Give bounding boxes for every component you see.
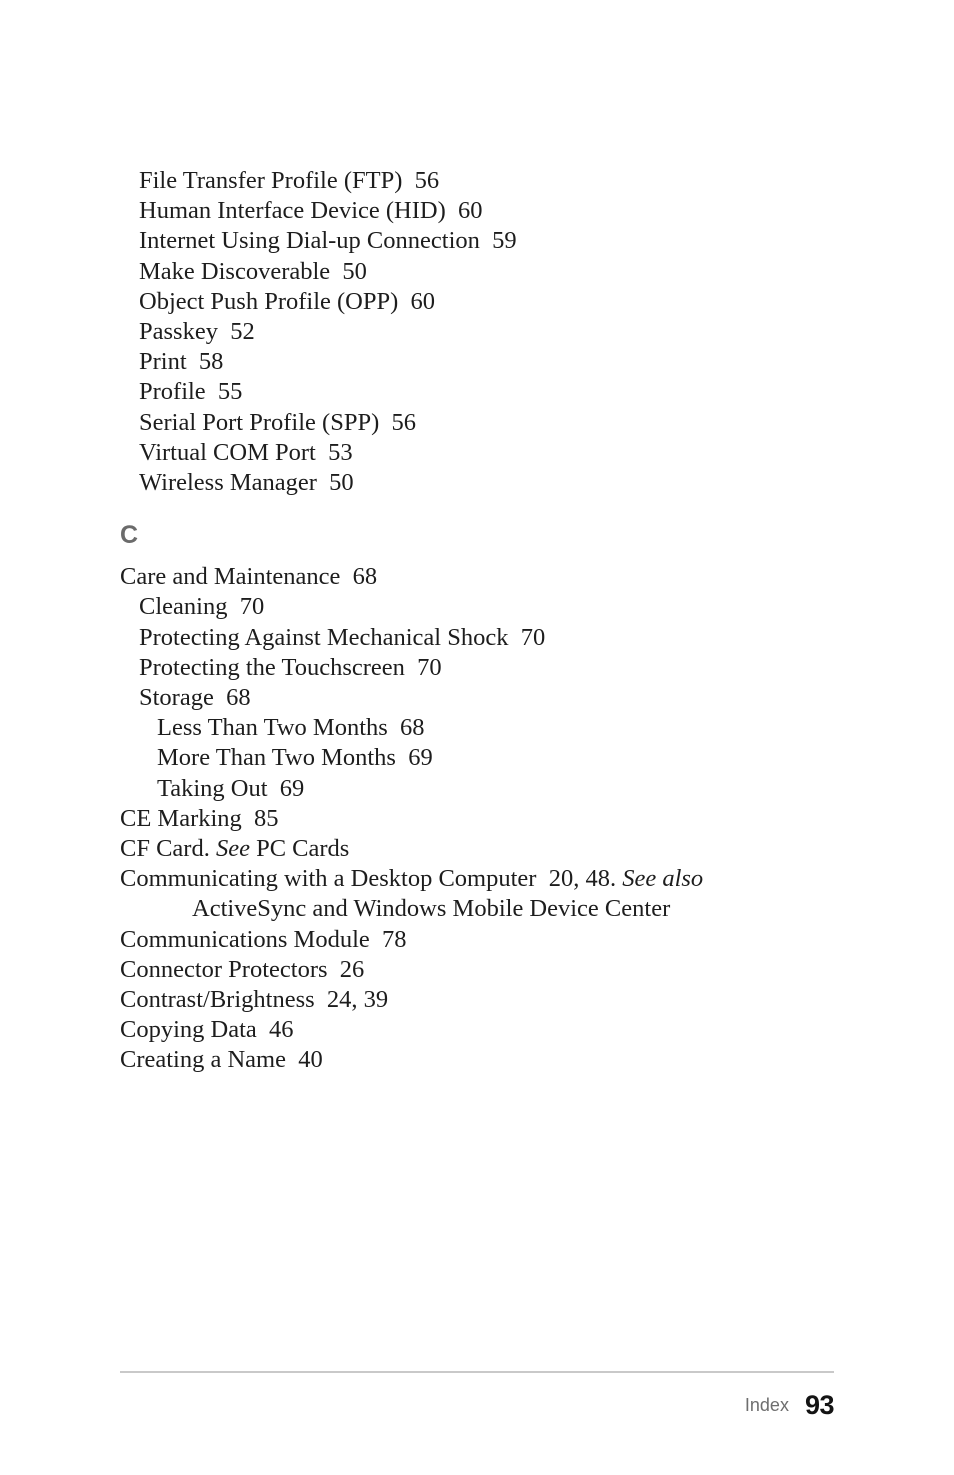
letter-heading-label: C — [120, 521, 139, 550]
index-entry: Internet Using Dial-up Connection 59 — [139, 227, 517, 255]
entry-text: CF Card. — [120, 835, 216, 863]
index-entry: Contrast/Brightness 24, 39 — [120, 986, 389, 1014]
index-entry: Copying Data 46 — [120, 1016, 294, 1044]
entry-text: Communicating with a Desktop Computer 20… — [120, 865, 623, 893]
index-entry: File Transfer Profile (FTP) 56 — [139, 167, 440, 194]
index-entry: Protecting the Touchscreen 70 — [139, 653, 442, 681]
index-entry: Cleaning 70 — [139, 593, 265, 621]
index-entry: More Than Two Months 69 — [157, 744, 433, 772]
index-entry-cross-reference: CF Card. See PC Cards — [120, 834, 834, 864]
entry-text-tail: PC Cards — [249, 835, 350, 863]
see-also-italic-label: See also — [622, 865, 704, 893]
index-entry: Taking Out 69 — [157, 774, 305, 802]
index-entry: Less Than Two Months 68 — [157, 714, 425, 742]
index-entry: Storage 68 — [139, 684, 251, 712]
footer-section-label: Index — [744, 1394, 789, 1415]
index-entry: Care and Maintenance 68 — [120, 563, 378, 591]
footer-divider-rule — [120, 1371, 834, 1373]
index-entry: Human Interface Device (HID) 60 — [139, 197, 483, 225]
index-entry: Profile 55 — [139, 378, 243, 406]
index-entry: Passkey 52 — [139, 318, 255, 346]
index-entry: Serial Port Profile (SPP) 56 — [139, 408, 416, 436]
index-entry-cross-reference: Communicating with a Desktop Computer 20… — [120, 864, 834, 924]
page-footer: Index 93 — [120, 1385, 835, 1425]
index-entry-list: File Transfer Profile (FTP) 56 Human Int… — [120, 166, 834, 1076]
index-entry: CE Marking 85 — [120, 804, 279, 832]
index-entry: Virtual COM Port 53 — [139, 438, 353, 466]
entry-continuation-line: ActiveSync and Windows Mobile Device Cen… — [192, 895, 671, 923]
footer-page-number: 93 — [804, 1389, 835, 1420]
index-entry: Protecting Against Mechanical Shock 70 — [139, 623, 546, 651]
index-entry: Connector Protectors 26 — [120, 955, 365, 983]
index-entry: Creating a Name 40 — [120, 1046, 323, 1074]
see-italic-label: See — [215, 835, 250, 863]
index-entry: Print 58 — [139, 348, 224, 376]
index-entry: Object Push Profile (OPP) 60 — [139, 287, 436, 315]
index-entry: Communications Module 78 — [120, 925, 407, 953]
index-page: File Transfer Profile (FTP) 56 Human Int… — [0, 0, 954, 1475]
index-entry: Make Discoverable 50 — [139, 257, 367, 285]
index-entry: Wireless Manager 50 — [139, 469, 354, 497]
letter-section-heading: C — [120, 521, 834, 551]
